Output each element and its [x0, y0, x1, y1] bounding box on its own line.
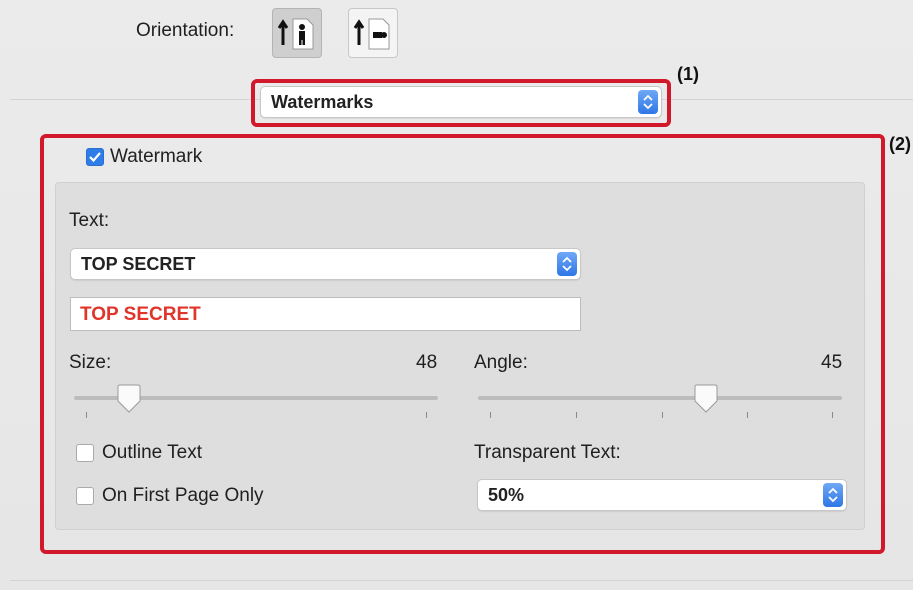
watermark-checkbox-label: Watermark — [110, 146, 203, 167]
panel-selector-popup[interactable]: Watermarks — [260, 86, 662, 118]
checkmark-icon — [89, 152, 101, 163]
watermark-text-value: TOP SECRET — [80, 304, 201, 325]
watermark-checkbox[interactable] — [86, 148, 104, 166]
angle-slider-tick — [490, 412, 491, 418]
popup-arrows-icon — [638, 90, 658, 114]
orientation-label: Orientation: — [136, 20, 235, 41]
angle-slider-track[interactable] — [478, 396, 842, 400]
size-slider-thumb[interactable] — [116, 384, 142, 414]
watermark-text-field[interactable]: TOP SECRET — [70, 297, 581, 331]
popup-arrows-icon — [557, 252, 577, 276]
panel-selector-value: Watermarks — [271, 92, 374, 112]
angle-slider-tick — [576, 412, 577, 418]
size-slider-tick — [426, 412, 427, 418]
transparent-text-value: 50% — [488, 485, 525, 505]
first-page-only-label: On First Page Only — [102, 485, 264, 506]
angle-slider-tick — [832, 412, 833, 418]
callout-label-2: (2) — [889, 134, 911, 154]
size-value: 48 — [416, 352, 438, 373]
outline-text-checkbox[interactable] — [76, 444, 94, 462]
outline-text-label: Outline Text — [102, 442, 202, 463]
landscape-orientation-icon — [353, 18, 390, 50]
angle-label: Angle: — [474, 352, 528, 373]
watermark-settings-panel — [55, 182, 865, 530]
angle-slider-thumb[interactable] — [693, 384, 719, 414]
transparent-text-popup[interactable]: 50% — [477, 479, 847, 511]
size-slider-tick — [86, 412, 87, 418]
portrait-orientation-icon — [277, 18, 314, 50]
landscape-orientation-button[interactable] — [348, 8, 398, 58]
angle-slider-tick — [662, 412, 663, 418]
transparent-text-label: Transparent Text: — [474, 442, 621, 463]
size-label: Size: — [69, 352, 112, 373]
text-label: Text: — [69, 210, 110, 231]
angle-slider-tick — [747, 412, 748, 418]
popup-arrows-icon — [823, 483, 843, 507]
bottom-divider — [10, 580, 913, 581]
text-preset-popup[interactable]: TOP SECRET — [70, 248, 581, 280]
callout-label-1: (1) — [677, 64, 699, 84]
angle-value: 45 — [821, 352, 843, 373]
first-page-only-checkbox[interactable] — [76, 487, 94, 505]
portrait-orientation-button[interactable] — [272, 8, 322, 58]
text-preset-value: TOP SECRET — [81, 254, 196, 274]
